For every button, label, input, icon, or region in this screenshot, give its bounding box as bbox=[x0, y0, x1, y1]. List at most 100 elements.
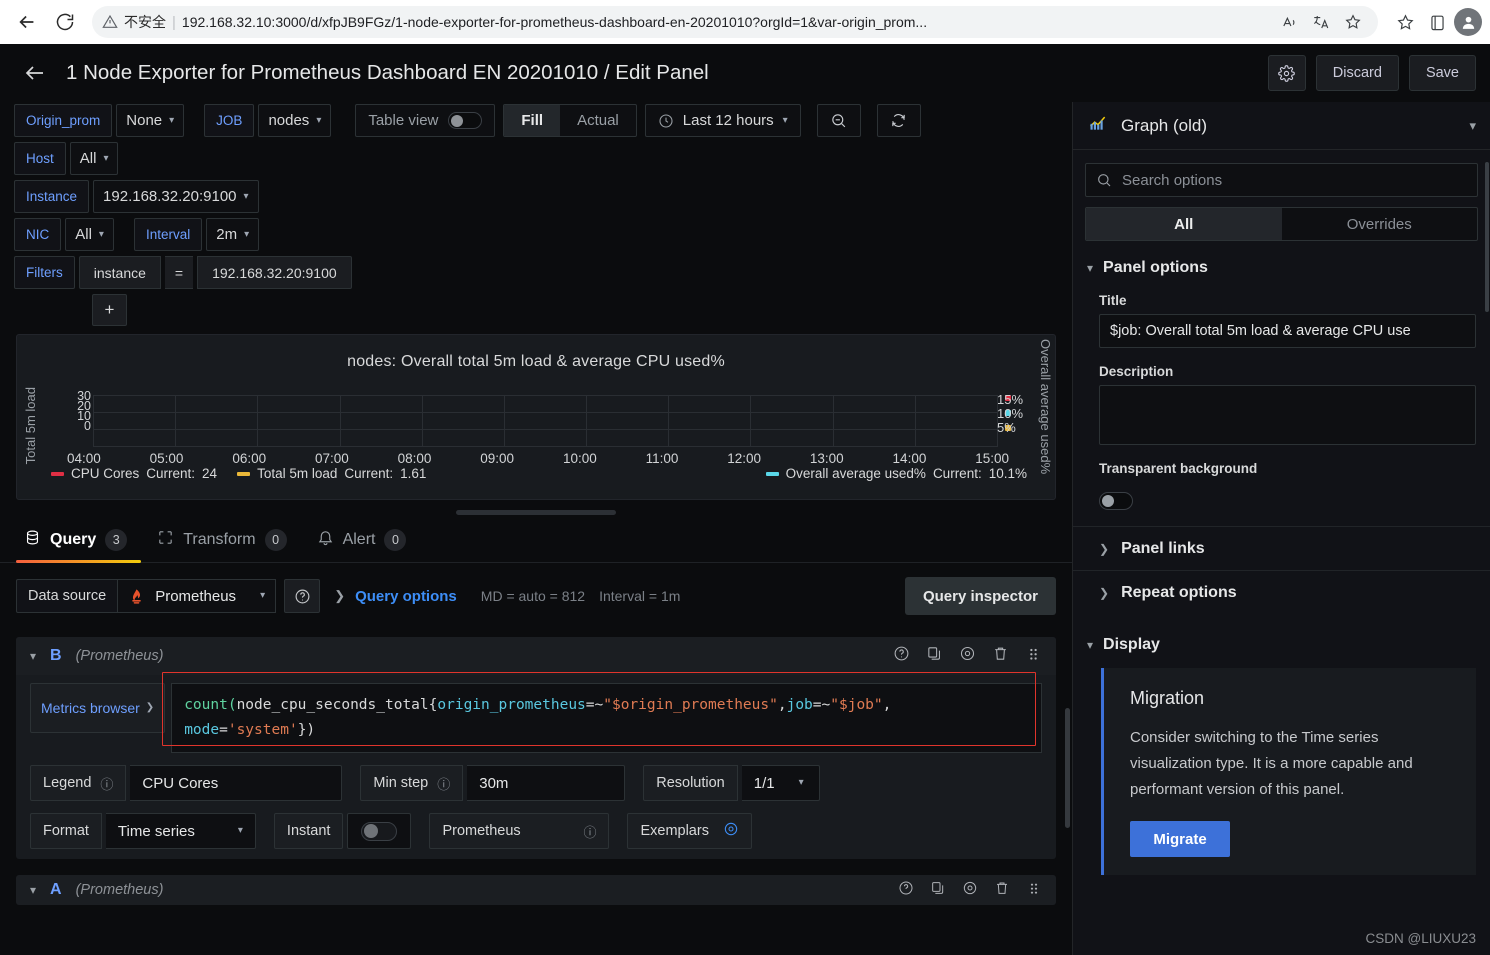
all-overrides-tabs[interactable]: All Overrides bbox=[1085, 207, 1478, 241]
metrics-browser-button[interactable]: Metrics browser ❯ bbox=[30, 683, 166, 733]
translate-icon[interactable] bbox=[1306, 8, 1336, 36]
query-options-label[interactable]: Query options bbox=[355, 588, 457, 605]
min-step-input[interactable]: 30m bbox=[467, 765, 626, 801]
display-section[interactable]: ▾ Display bbox=[1073, 614, 1490, 654]
eye-icon[interactable] bbox=[723, 821, 739, 841]
variable-value-instance[interactable]: 192.168.32.20:9100 ▾ bbox=[93, 180, 259, 213]
variable-value-origin-prom[interactable]: None ▾ bbox=[116, 104, 185, 137]
repeat-options-section[interactable]: ❯ Repeat options bbox=[1073, 570, 1490, 614]
filter-value[interactable]: 192.168.32.20:9100 bbox=[197, 256, 352, 289]
gear-icon[interactable] bbox=[1267, 55, 1306, 91]
data-source-select[interactable]: Prometheus ▾ bbox=[118, 579, 277, 613]
tab-badge: 0 bbox=[264, 529, 287, 551]
read-aloud-icon[interactable] bbox=[1274, 8, 1304, 36]
tab-alert[interactable]: Alert 0 bbox=[309, 529, 421, 562]
save-button[interactable]: Save bbox=[1408, 55, 1476, 91]
add-filter-button[interactable]: + bbox=[92, 294, 127, 326]
variable-value-nic[interactable]: All ▾ bbox=[65, 218, 114, 251]
graph-panel[interactable]: nodes: Overall total 5m load & average C… bbox=[16, 334, 1056, 500]
browser-back-button[interactable] bbox=[8, 5, 46, 39]
help-circle-icon[interactable] bbox=[284, 579, 321, 613]
search-options-box[interactable]: Search options bbox=[1085, 163, 1478, 197]
chevron-down-icon[interactable]: ▾ bbox=[1469, 118, 1476, 134]
fill-option[interactable]: Fill bbox=[504, 105, 561, 136]
query-options[interactable]: ❯ Query options MD = auto = 812 Interval… bbox=[334, 588, 680, 605]
table-view-toggle[interactable]: Table view bbox=[355, 104, 496, 137]
chevron-down-icon: ▾ bbox=[243, 190, 249, 202]
zoom-out-icon[interactable] bbox=[816, 104, 861, 137]
help-circle-icon[interactable] bbox=[898, 880, 914, 901]
browser-reload-button[interactable] bbox=[46, 5, 84, 39]
refresh-icon[interactable] bbox=[876, 104, 921, 137]
search-options-placeholder: Search options bbox=[1122, 171, 1223, 189]
promql-expression-input[interactable]: count(node_cpu_seconds_total{origin_prom… bbox=[171, 683, 1042, 753]
info-icon[interactable]: ⓘ bbox=[100, 774, 113, 793]
format-select[interactable]: Time series ▾ bbox=[105, 813, 256, 849]
eye-icon[interactable] bbox=[962, 880, 978, 901]
chevron-down-icon[interactable]: ▾ bbox=[30, 649, 36, 663]
favorites-icon[interactable] bbox=[1390, 8, 1420, 36]
query-ref-id[interactable]: B bbox=[50, 647, 62, 665]
variable-value-job[interactable]: nodes ▾ bbox=[258, 104, 332, 137]
trash-icon[interactable] bbox=[992, 645, 1009, 667]
help-circle-icon[interactable] bbox=[893, 645, 910, 667]
drag-handle-icon[interactable] bbox=[1026, 880, 1042, 901]
address-bar[interactable]: 不安全 | 192.168.32.10:3000/d/xfpJB9FGz/1-n… bbox=[92, 6, 1378, 38]
eye-icon[interactable] bbox=[959, 645, 976, 667]
options-pane-scrollbar[interactable] bbox=[1485, 162, 1489, 312]
query-inspector-button[interactable]: Query inspector bbox=[904, 577, 1056, 615]
tab-all[interactable]: All bbox=[1086, 208, 1282, 240]
migrate-button[interactable]: Migrate bbox=[1130, 821, 1230, 857]
time-range-picker[interactable]: Last 12 hours ▾ bbox=[644, 104, 801, 137]
filter-operator[interactable]: = bbox=[164, 256, 194, 289]
back-arrow-icon[interactable] bbox=[18, 56, 52, 90]
fill-actual-segmented[interactable]: Fill Actual bbox=[503, 104, 637, 137]
profile-avatar-icon[interactable] bbox=[1454, 8, 1482, 36]
description-textarea[interactable] bbox=[1099, 385, 1476, 445]
collections-icon[interactable] bbox=[1422, 8, 1452, 36]
table-view-switch[interactable] bbox=[448, 112, 483, 129]
actual-option[interactable]: Actual bbox=[560, 105, 636, 136]
variable-label-interval: Interval bbox=[133, 218, 203, 251]
chevron-down-icon: ▾ bbox=[798, 777, 804, 788]
legend-item[interactable]: Total 5m load Current: 1.61 bbox=[237, 466, 426, 481]
variable-value-host[interactable]: All ▾ bbox=[69, 142, 119, 175]
tab-query[interactable]: Query 3 bbox=[16, 529, 142, 563]
chevron-right-icon: ❯ bbox=[145, 702, 155, 713]
legend-item[interactable]: Overall average used% Current: 10.1% bbox=[765, 466, 1027, 481]
x-tick: 11:00 bbox=[645, 451, 679, 466]
trash-icon[interactable] bbox=[994, 880, 1010, 901]
discard-button[interactable]: Discard bbox=[1315, 55, 1399, 91]
instant-toggle[interactable] bbox=[347, 813, 412, 849]
x-tick: 07:00 bbox=[314, 451, 349, 466]
drag-handle-icon[interactable] bbox=[1025, 645, 1042, 667]
title-input[interactable]: $job: Overall total 5m load & average CP… bbox=[1099, 314, 1476, 348]
tab-transform[interactable]: Transform 0 bbox=[149, 529, 300, 562]
filter-key[interactable]: instance bbox=[78, 256, 161, 289]
query-row-a-header[interactable]: ▾ A (Prometheus) bbox=[16, 875, 1056, 905]
panel-options-section[interactable]: ▾ Panel options bbox=[1073, 241, 1490, 277]
variable-label-nic: NIC bbox=[14, 218, 62, 251]
format-value: Time series bbox=[117, 822, 195, 840]
duplicate-icon[interactable] bbox=[930, 880, 946, 901]
chevron-down-icon[interactable]: ▾ bbox=[30, 883, 36, 897]
duplicate-icon[interactable] bbox=[926, 645, 943, 667]
info-icon[interactable]: ⓘ bbox=[583, 822, 596, 841]
legend-item[interactable]: CPU Cores Current: 24 bbox=[51, 466, 217, 481]
transparent-background-toggle[interactable] bbox=[1099, 492, 1133, 510]
x-tick: 15:00 bbox=[975, 451, 1009, 466]
add-favorite-icon[interactable] bbox=[1338, 8, 1368, 36]
tab-overrides[interactable]: Overrides bbox=[1282, 208, 1478, 240]
info-icon[interactable]: ⓘ bbox=[437, 774, 450, 793]
left-pane-scrollbar[interactable] bbox=[1065, 708, 1070, 828]
variable-label-host: Host bbox=[14, 142, 66, 175]
resolution-select[interactable]: 1/1 ▾ bbox=[741, 765, 820, 801]
exemplars-option[interactable]: Exemplars bbox=[627, 813, 752, 849]
visualization-picker[interactable]: Graph (old) ▾ bbox=[1073, 102, 1490, 150]
expr-token: "$origin_prometheus" bbox=[603, 697, 778, 713]
query-ref-id[interactable]: A bbox=[50, 881, 62, 899]
variable-value-interval[interactable]: 2m ▾ bbox=[206, 218, 260, 251]
panel-links-section[interactable]: ❯ Panel links bbox=[1073, 526, 1490, 570]
legend-options-row: Legend ⓘ CPU Cores Min step ⓘ 30m Resolu… bbox=[16, 753, 1056, 801]
legend-input[interactable]: CPU Cores bbox=[130, 765, 343, 801]
